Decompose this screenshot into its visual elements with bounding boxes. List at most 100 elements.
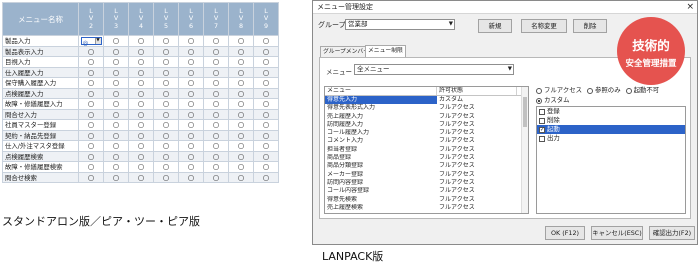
level-cell[interactable]: ○ [128, 56, 154, 68]
list-item[interactable]: 担当者登録 フルアクセス [325, 146, 528, 154]
level-cell[interactable]: ○ [128, 150, 154, 162]
list-item[interactable]: 得意先表形式入力 フルアクセス [325, 104, 528, 112]
list-item[interactable]: 得意先入力 カスタム [325, 96, 528, 105]
level-cell[interactable]: ○ [228, 87, 254, 99]
level-cell[interactable]: ○ [178, 140, 204, 152]
tab-menu-restrictions[interactable]: メニュー制限 [365, 45, 406, 57]
level-cell[interactable]: ○ [103, 87, 129, 99]
radio-custom[interactable]: カスタム [536, 96, 686, 105]
level-cell[interactable]: ○ [153, 77, 179, 89]
level-cell[interactable]: ○ [153, 66, 179, 78]
level-cell[interactable]: ○ [153, 45, 179, 57]
permission-checkbox[interactable]: 削除 [537, 116, 685, 125]
list-scrollbar[interactable] [521, 87, 528, 213]
list-item[interactable]: コール内容登録 フルアクセス [325, 187, 528, 195]
level-cell[interactable]: ○ [228, 171, 254, 183]
level-cell[interactable]: ○ [78, 140, 104, 152]
level-cell[interactable]: ○ [253, 56, 279, 68]
level-cell[interactable]: ○ [153, 140, 179, 152]
level-cell[interactable]: ○ [153, 56, 179, 68]
level-cell[interactable]: ○ [103, 140, 129, 152]
level-cell[interactable]: ○ [103, 119, 129, 131]
level-cell[interactable]: ○ [103, 108, 129, 120]
list-item[interactable]: メーカー登録 フルアクセス [325, 171, 528, 179]
scrollbar-thumb[interactable] [523, 97, 527, 127]
level-cell[interactable]: ○ [178, 98, 204, 110]
level-cell[interactable]: ○ [78, 98, 104, 110]
level-cell[interactable]: ○ [153, 119, 179, 131]
level-cell[interactable]: ○ [128, 161, 154, 173]
level-cell[interactable]: ○ [128, 87, 154, 99]
level-cell[interactable]: ○ [78, 171, 104, 183]
level-cell[interactable]: ○ [178, 129, 204, 141]
level-cell[interactable]: ○ [103, 45, 129, 57]
level-cell[interactable]: ○ [153, 150, 179, 162]
level-cell[interactable]: ○ [203, 161, 229, 173]
new-button[interactable]: 新規 [478, 19, 512, 33]
level-cell[interactable]: ○ [128, 66, 154, 78]
level-cell[interactable]: ○ [253, 108, 279, 120]
level-cell[interactable]: ○ [253, 77, 279, 89]
level-cell[interactable]: ○ [128, 98, 154, 110]
level-cell[interactable]: ○ [178, 35, 204, 47]
level-cell[interactable]: ○ [78, 108, 104, 120]
level-cell[interactable]: ○ [228, 56, 254, 68]
list-item[interactable]: 訪問履歴入力 フルアクセス [325, 121, 528, 129]
level-cell[interactable]: ○ [228, 35, 254, 47]
level-cell[interactable]: ○ [253, 150, 279, 162]
level-cell[interactable]: ○ [228, 161, 254, 173]
list-item[interactable]: 商品登録 フルアクセス [325, 154, 528, 162]
permission-checkbox[interactable]: 出力 [537, 134, 685, 143]
level-cell[interactable]: ○ [253, 119, 279, 131]
level-cell[interactable]: ○ [228, 45, 254, 57]
level-cell[interactable]: ○ [253, 98, 279, 110]
permission-checkbox[interactable]: ✓ 起動 [537, 125, 685, 134]
level-cell[interactable]: ○ [228, 119, 254, 131]
level-cell[interactable]: ○ [103, 56, 129, 68]
delete-button[interactable]: 削除 [573, 19, 607, 33]
level-cell[interactable]: ○ [228, 140, 254, 152]
level-cell[interactable]: ○ [203, 171, 229, 183]
group-select[interactable]: 営業部 ▼ [345, 19, 455, 30]
close-icon[interactable]: × [686, 1, 694, 14]
level-cell[interactable]: ○ [103, 98, 129, 110]
level-cell[interactable]: ○ [128, 119, 154, 131]
list-item[interactable]: コール履歴入力 フルアクセス [325, 129, 528, 137]
level-cell[interactable]: ○ [128, 171, 154, 183]
level-cell[interactable]: ○ [178, 87, 204, 99]
permission-checkbox[interactable]: 登録 [537, 107, 685, 116]
level-cell[interactable]: ○ [253, 171, 279, 183]
level-cell[interactable]: ○ [203, 56, 229, 68]
ok-button[interactable]: OK (F12) [545, 226, 585, 240]
level-cell[interactable]: ○ [78, 77, 104, 89]
level-cell[interactable]: ○ [253, 45, 279, 57]
level-cell[interactable]: ○ [178, 171, 204, 183]
level-cell[interactable]: ○ [128, 45, 154, 57]
level-cell[interactable]: ○ [103, 129, 129, 141]
confirm-output-button[interactable]: 確認出力(F2) [649, 226, 695, 240]
level-cell[interactable]: ○ [203, 77, 229, 89]
level-cell[interactable]: ○ [153, 171, 179, 183]
list-item[interactable]: 訪問内容登録 フルアクセス [325, 179, 528, 187]
level-cell[interactable]: ○ [203, 35, 229, 47]
level-cell[interactable]: ○ [103, 171, 129, 183]
level-cell[interactable]: ○ [228, 98, 254, 110]
level-cell[interactable]: ○ [128, 77, 154, 89]
level-cell[interactable]: ○ [128, 140, 154, 152]
level-cell[interactable]: ○ [103, 150, 129, 162]
level-cell[interactable]: ○ [78, 56, 104, 68]
level-cell[interactable]: ○ [253, 87, 279, 99]
level-cell[interactable]: ○ [78, 66, 104, 78]
level-cell[interactable]: ○ [178, 66, 204, 78]
level-cell[interactable]: ○ [178, 161, 204, 173]
level-cell[interactable]: ○ [253, 66, 279, 78]
radio-no-launch[interactable]: 起動不可 [625, 86, 659, 95]
level-cell[interactable]: ○ [178, 119, 204, 131]
level-cell[interactable]: ○ [203, 45, 229, 57]
level-cell[interactable]: ○ [128, 129, 154, 141]
list-item[interactable]: 得意先検索 フルアクセス [325, 196, 528, 204]
level-cell[interactable]: ○ [178, 150, 204, 162]
cancel-button[interactable]: キャンセル(ESC) [591, 226, 643, 240]
level-cell[interactable]: ○ [253, 161, 279, 173]
level-cell[interactable]: ○ [153, 98, 179, 110]
